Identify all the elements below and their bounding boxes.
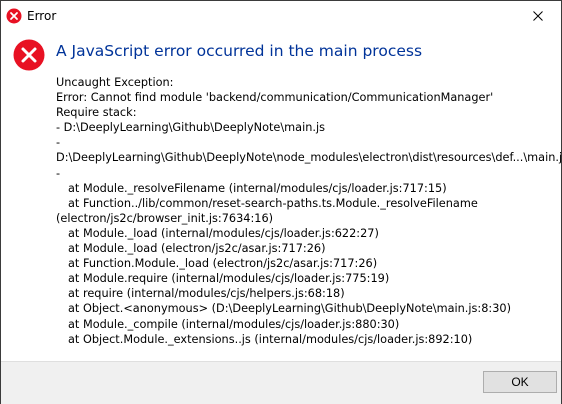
error-message: Uncaught Exception: Error: Cannot find mo… xyxy=(56,75,562,347)
message-line: at Function.Module._load (electron/js2c/… xyxy=(68,257,378,271)
message-line: at Module._resolveFilename (internal/mod… xyxy=(68,181,447,195)
dialog-heading: A JavaScript error occurred in the main … xyxy=(56,42,423,60)
message-line: at Function../lib/common/reset-search-pa… xyxy=(68,196,478,210)
message-line: (electron/js2c/browser_init.js:7634:16) xyxy=(56,211,274,225)
message-line: at Object.Module._extensions..js (intern… xyxy=(68,332,473,346)
message-line: at Module._compile (internal/modules/cjs… xyxy=(68,317,400,331)
message-line: at Module._load (electron/js2c/asar.js:7… xyxy=(68,242,326,256)
dialog-footer: OK xyxy=(1,361,561,404)
message-line: Error: Cannot find module 'backend/commu… xyxy=(56,91,494,105)
message-line: - D:\DeeplyLearning\Github\DeeplyNote\ma… xyxy=(56,121,326,135)
error-icon xyxy=(6,8,22,24)
message-line: at Module._load (internal/modules/cjs/lo… xyxy=(68,226,379,240)
dialog-content: A JavaScript error occurred in the main … xyxy=(1,31,562,361)
ok-button[interactable]: OK xyxy=(483,371,557,393)
message-line: Uncaught Exception: xyxy=(56,76,174,89)
error-icon xyxy=(13,39,45,71)
message-line: - xyxy=(56,136,61,150)
message-line: - xyxy=(56,166,61,180)
message-line: at require (internal/modules/cjs/helpers… xyxy=(68,287,345,301)
close-icon xyxy=(533,11,543,21)
message-line: Require stack: xyxy=(56,106,137,120)
window-title: Error xyxy=(27,9,57,23)
close-button[interactable] xyxy=(515,1,561,31)
error-dialog: Error A JavaScript error occurred in the… xyxy=(0,0,562,404)
message-line: D:\DeeplyLearning\Github\DeeplyNote\node… xyxy=(56,151,562,165)
title-bar[interactable]: Error xyxy=(1,1,561,31)
message-line: at Object.<anonymous> (D:\DeeplyLearning… xyxy=(68,302,511,316)
message-line: at Module.require (internal/modules/cjs/… xyxy=(68,272,390,286)
